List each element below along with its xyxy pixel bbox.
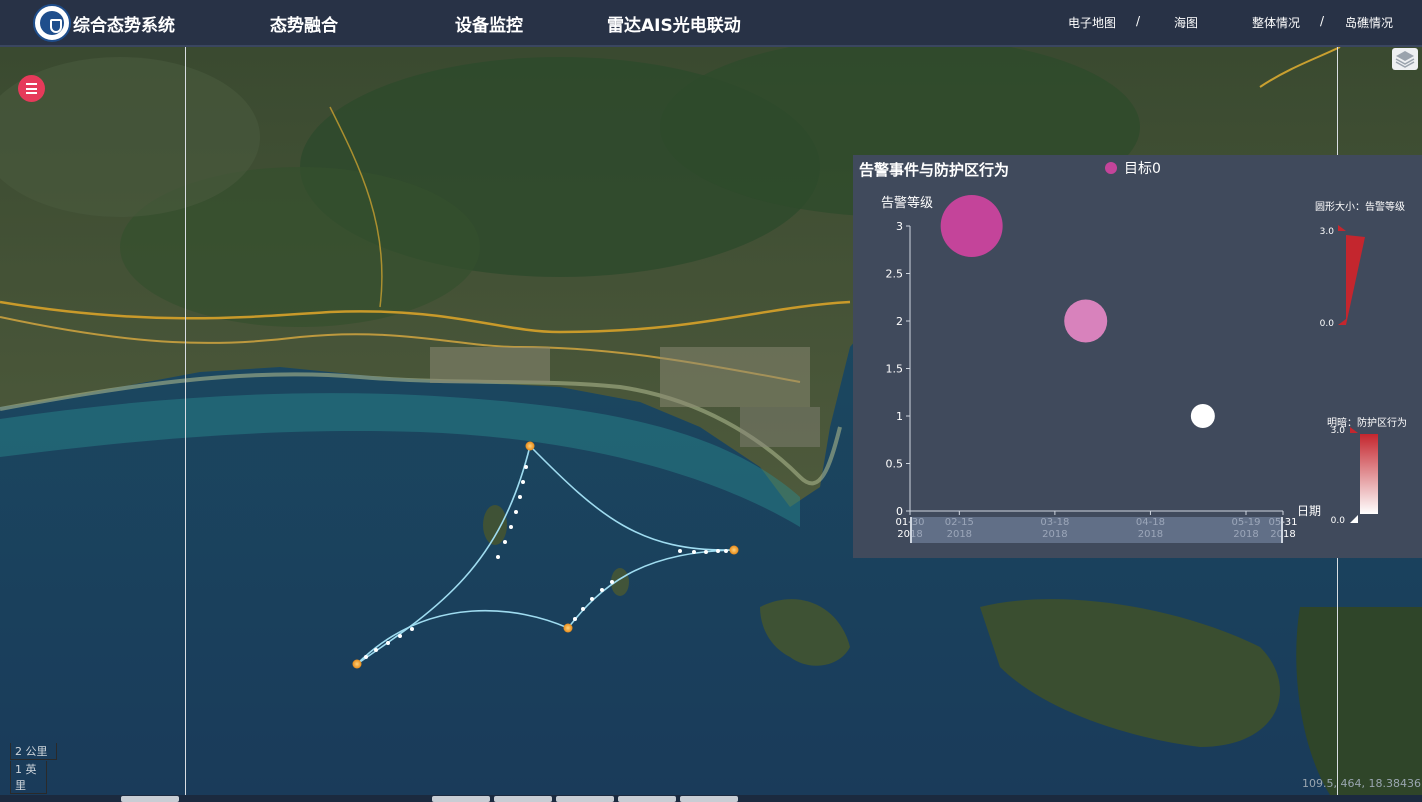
alarm-bubble[interactable] bbox=[1064, 299, 1108, 343]
nav-radar-ais-eo-link[interactable]: 雷达AIS光电联动 bbox=[607, 11, 741, 36]
layers-icon[interactable] bbox=[1392, 48, 1418, 70]
slider-handle-left[interactable] bbox=[910, 517, 912, 543]
color-map-max-label: 3.0 bbox=[1331, 426, 1346, 436]
alarm-chart-panel: 告警事件与防护区行为 目标0 告警等级 日期 圆形大小：告警等级 明暗：防护区行… bbox=[853, 155, 1422, 558]
separator: / bbox=[1320, 14, 1325, 28]
alarm-bubble[interactable] bbox=[1190, 404, 1215, 428]
taskbar-button[interactable] bbox=[494, 796, 552, 802]
link-island-status[interactable]: 岛礁情况 bbox=[1345, 14, 1393, 31]
os-taskbar bbox=[0, 795, 1422, 802]
scale-bar-miles: 1 英里 bbox=[10, 761, 47, 794]
cursor-coordinates: 109.5, 464, 18.38436 bbox=[1302, 777, 1421, 790]
link-electronic-map[interactable]: 电子地图 bbox=[1068, 14, 1116, 31]
link-overall-status[interactable]: 整体情况 bbox=[1252, 14, 1300, 31]
color-visual-map[interactable]: 3.0 0.0 bbox=[1331, 426, 1378, 526]
app-title[interactable]: 综合态势系统 bbox=[73, 11, 175, 36]
size-map-handle-bottom bbox=[1338, 319, 1346, 325]
link-nautical-chart[interactable]: 海图 bbox=[1174, 14, 1198, 31]
taskbar-button[interactable] bbox=[618, 796, 676, 802]
nav-device-monitor[interactable]: 设备监控 bbox=[455, 11, 523, 36]
color-map-handle-top bbox=[1350, 427, 1358, 433]
app-logo[interactable] bbox=[33, 4, 71, 42]
separator: / bbox=[1136, 14, 1141, 28]
y-tick-label: 1 bbox=[896, 410, 903, 423]
slider-handle-right[interactable] bbox=[1281, 517, 1283, 543]
y-tick-label: 1.5 bbox=[886, 363, 904, 376]
y-tick-label: 3 bbox=[896, 220, 903, 233]
size-map-min-label: 0.0 bbox=[1320, 319, 1335, 329]
y-tick-label: 0.5 bbox=[886, 458, 904, 471]
taskbar-button[interactable] bbox=[432, 796, 490, 802]
bubble-chart[interactable]: 00.511.522.5301-30201802-15201803-182018… bbox=[853, 155, 1422, 558]
color-map-min-label: 0.0 bbox=[1331, 516, 1346, 526]
scale-bar-km: 2 公里 bbox=[10, 743, 57, 760]
date-zoom-slider[interactable] bbox=[910, 517, 1283, 543]
y-tick-label: 2.5 bbox=[886, 268, 904, 281]
color-map-handle-bottom bbox=[1350, 515, 1358, 523]
shield-icon bbox=[50, 19, 62, 33]
size-map-max-label: 3.0 bbox=[1320, 227, 1335, 237]
map-graticule-line bbox=[185, 47, 186, 795]
size-map-handle-top bbox=[1338, 225, 1346, 231]
y-tick-label: 2 bbox=[896, 315, 903, 328]
logo-emblem-icon bbox=[40, 11, 64, 35]
hamburger-menu-icon[interactable] bbox=[18, 75, 45, 102]
taskbar-button[interactable] bbox=[680, 796, 738, 802]
top-navigation-bar: 综合态势系统 态势融合 设备监控 雷达AIS光电联动 电子地图 / 海图 整体情… bbox=[0, 0, 1422, 47]
nav-situation-fusion[interactable]: 态势融合 bbox=[270, 11, 338, 36]
layers-glyph bbox=[1395, 51, 1415, 68]
taskbar-button[interactable] bbox=[556, 796, 614, 802]
taskbar-button[interactable] bbox=[121, 796, 179, 802]
size-visual-map[interactable]: 3.0 0.0 bbox=[1320, 225, 1365, 329]
alarm-bubble[interactable] bbox=[940, 195, 1003, 257]
